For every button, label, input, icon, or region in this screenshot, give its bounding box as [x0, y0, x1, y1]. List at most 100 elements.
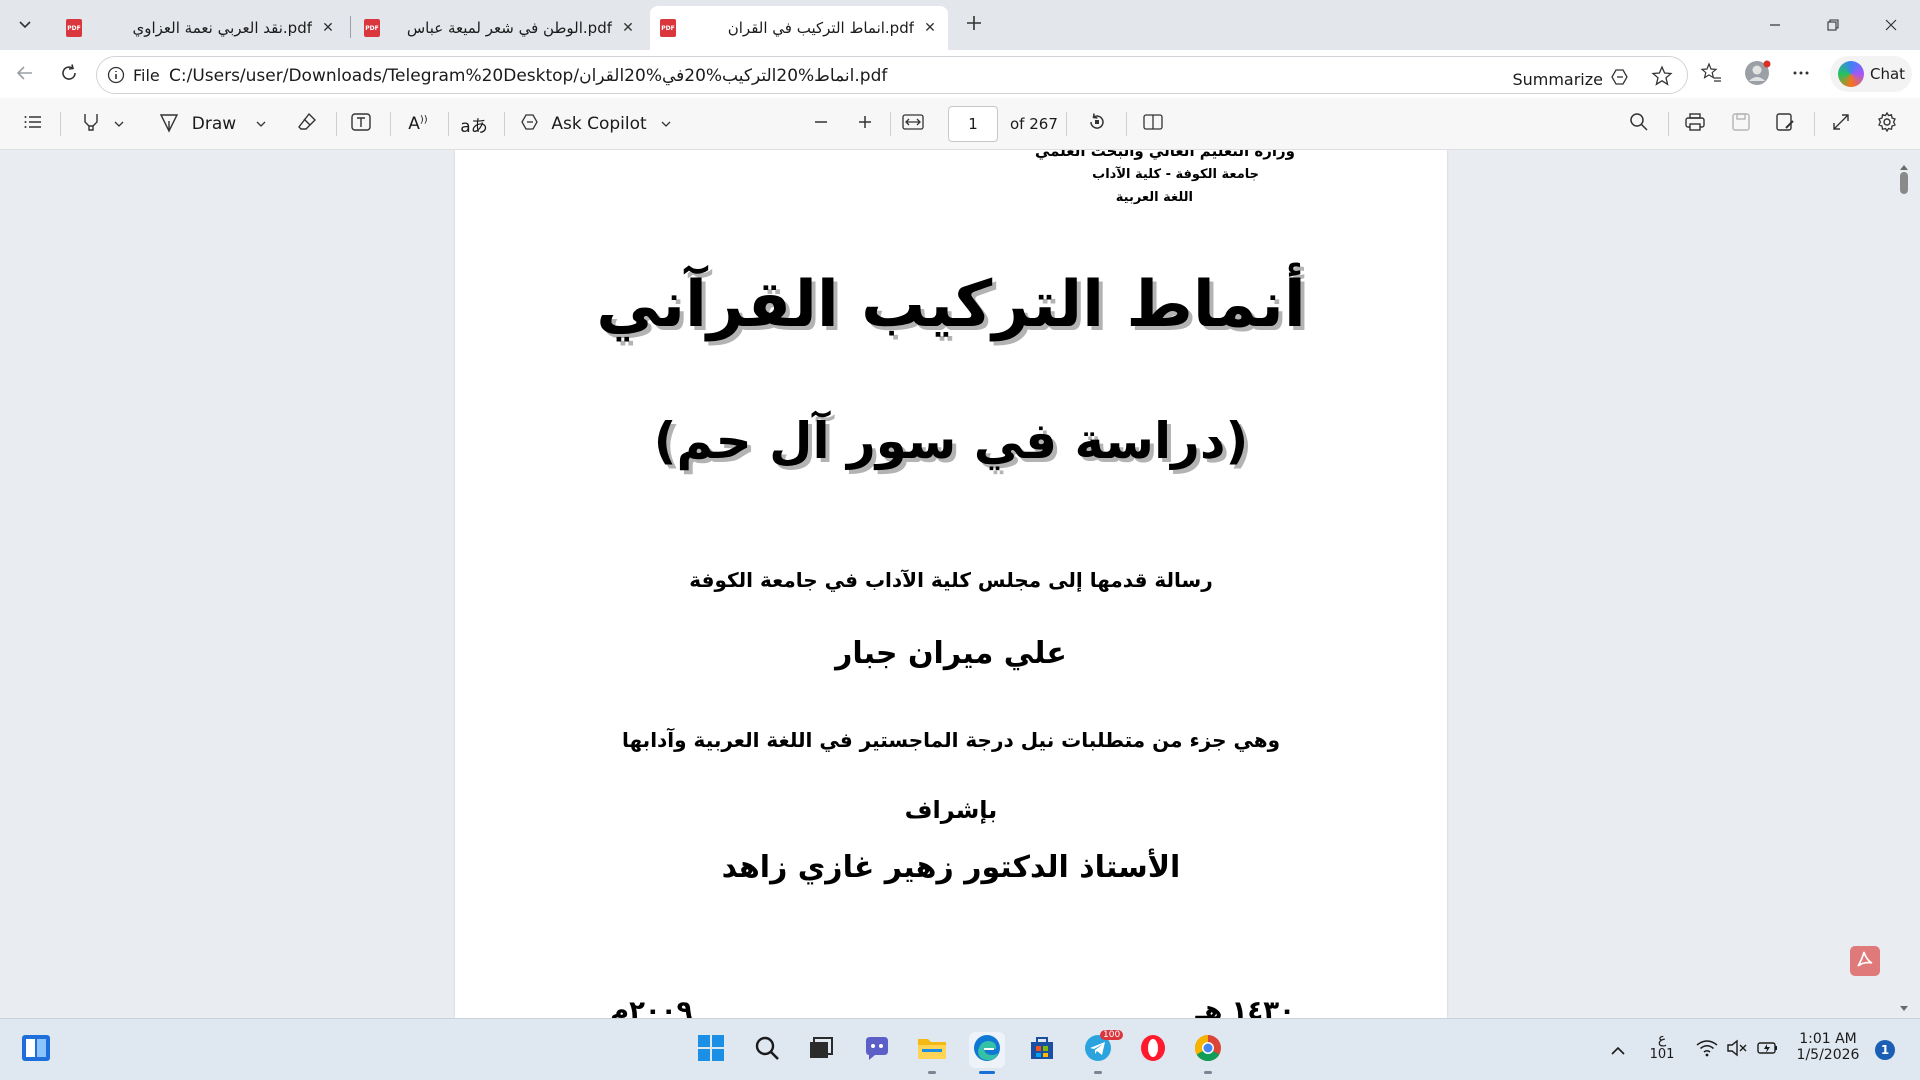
refresh-button[interactable] [52, 58, 86, 92]
toolbar-divider [1814, 112, 1815, 136]
full-screen-button[interactable] [1824, 108, 1858, 140]
volume-button[interactable] [1720, 1032, 1754, 1068]
input-language-button[interactable]: ع 101 [1648, 1031, 1676, 1062]
zoom-in-button[interactable] [848, 108, 882, 140]
show-hidden-icons-button[interactable] [1600, 1032, 1636, 1068]
toolbar-divider [336, 112, 337, 136]
close-icon[interactable]: ✕ [620, 20, 636, 36]
battery-button[interactable] [1751, 1032, 1785, 1068]
profile-button[interactable] [1740, 58, 1774, 92]
translate-button[interactable]: aあ [456, 108, 492, 140]
erase-button[interactable] [290, 108, 324, 140]
header-department: اللغة العربية [1115, 190, 1193, 205]
arrow-left-icon [15, 63, 35, 87]
gear-icon [1877, 111, 1897, 137]
scroll-down-arrow-icon[interactable] [1899, 998, 1909, 1017]
favorites-list-icon [1700, 62, 1722, 88]
add-text-button[interactable] [344, 108, 378, 140]
tab-3-active[interactable]: PDF انماط التركيب في القران.pdf ✕ [650, 6, 948, 50]
page-number-input[interactable]: 1 [948, 106, 998, 142]
copilot-icon [1838, 61, 1864, 87]
find-button[interactable] [1622, 108, 1656, 140]
submission-line: رسالة قدمها إلى مجلس كلية الآداب في جامع… [689, 568, 1213, 592]
keyboard-layout: 101 [1649, 1047, 1675, 1062]
language-code: ع [1657, 1031, 1667, 1047]
document-viewport[interactable]: وزارة التعليم العالي والبحث العلمي جامعة… [0, 150, 1920, 1018]
header-ministry: وزارة التعليم العالي والبحث العلمي [1034, 150, 1295, 160]
close-icon[interactable]: ✕ [320, 20, 336, 36]
hijri-year: ١٤٣٠ هـ [1195, 996, 1295, 1018]
scroll-thumb[interactable] [1900, 172, 1908, 194]
vertical-scrollbar[interactable] [1896, 150, 1912, 1018]
degree-line: وهي جزء من متطلبات نيل درجة الماجستير في… [621, 728, 1281, 752]
rotate-button[interactable] [1080, 108, 1114, 140]
avatar-icon [1743, 59, 1771, 91]
widgets-button[interactable] [18, 1032, 54, 1068]
tab-1[interactable]: PDF نقد العربي نعمة العزاوي.pdf ✕ [56, 6, 346, 50]
start-button[interactable] [693, 1032, 729, 1068]
search-button[interactable] [749, 1032, 785, 1068]
favorite-star-icon[interactable] [1651, 65, 1673, 87]
tab-actions-button[interactable] [8, 8, 42, 42]
zoom-out-button[interactable] [804, 108, 838, 140]
read-aloud-button[interactable]: A)) [400, 108, 436, 140]
highlight-button[interactable] [72, 108, 132, 140]
save-as-button[interactable] [1768, 108, 1802, 140]
more-options-button[interactable] [1784, 58, 1818, 92]
minimize-icon [1769, 16, 1781, 35]
pdf-icon: PDF [66, 19, 82, 37]
close-window-button[interactable] [1862, 0, 1920, 50]
settings-button[interactable] [1870, 108, 1904, 140]
edge-button[interactable] [969, 1032, 1005, 1074]
telegram-button[interactable]: 100 [1080, 1030, 1124, 1074]
fit-width-icon [902, 113, 924, 136]
tab-2[interactable]: PDF الوطن في شعر لميعة عباس.pdf ✕ [354, 6, 646, 50]
save-as-icon [1775, 112, 1795, 137]
pdf-toolbar: Draw A)) aあ Ask Copilot 1 of 267 [0, 98, 1920, 150]
new-tab-button[interactable] [958, 9, 990, 41]
notification-badge[interactable]: 1 [1875, 1040, 1895, 1060]
copilot-chat-button[interactable]: Chat [1830, 56, 1912, 92]
toolbar-divider [1126, 112, 1127, 136]
minimize-button[interactable] [1746, 0, 1804, 50]
teams-button[interactable] [859, 1032, 895, 1068]
acrobat-button[interactable] [1850, 946, 1880, 976]
favorites-button[interactable] [1694, 58, 1728, 92]
taskbar: 100 ع 101 1:01 AM 1/5/2026 1 [0, 1018, 1920, 1080]
author-name: علي ميران جبار [835, 636, 1067, 671]
widgets-icon [21, 1034, 51, 1066]
task-view-button[interactable] [803, 1032, 839, 1068]
plus-icon [965, 14, 983, 36]
search-icon [754, 1035, 780, 1065]
restore-icon [1827, 16, 1839, 35]
draw-button[interactable]: Draw [156, 108, 268, 140]
file-explorer-button[interactable] [914, 1032, 950, 1074]
fit-to-width-button[interactable] [896, 108, 930, 140]
clock-button[interactable]: 1:01 AM 1/5/2026 [1792, 1031, 1864, 1063]
clock-time: 1:01 AM [1799, 1031, 1857, 1047]
more-horizontal-icon [1791, 63, 1811, 87]
page-view-button[interactable] [1136, 108, 1170, 140]
network-button[interactable] [1690, 1032, 1724, 1068]
save-button[interactable] [1724, 108, 1758, 140]
microsoft-store-button[interactable] [1024, 1032, 1060, 1068]
telegram-unread-badge: 100 [1100, 1030, 1124, 1040]
ask-copilot-label: Ask Copilot [551, 114, 647, 134]
refresh-icon [59, 63, 79, 87]
page-total-label: of 267 [1010, 115, 1058, 133]
url-text[interactable]: C:/Users/user/Downloads/Telegram%20Deskt… [169, 66, 887, 86]
back-button[interactable] [8, 58, 42, 92]
opera-button[interactable] [1135, 1032, 1171, 1068]
address-bar[interactable]: File C:/Users/user/Downloads/Telegram%20… [96, 56, 1688, 94]
restore-button[interactable] [1804, 0, 1862, 50]
ask-copilot-button[interactable]: Ask Copilot [518, 108, 672, 140]
volume-muted-icon [1726, 1039, 1748, 1061]
file-explorer-icon [917, 1035, 947, 1065]
chrome-button[interactable] [1190, 1032, 1226, 1074]
close-icon[interactable]: ✕ [922, 20, 938, 36]
summarize-button[interactable]: Summarize [1512, 66, 1631, 92]
contents-button[interactable] [16, 108, 50, 140]
info-icon[interactable] [107, 66, 125, 84]
text-box-icon [350, 111, 372, 138]
print-button[interactable] [1678, 108, 1712, 140]
